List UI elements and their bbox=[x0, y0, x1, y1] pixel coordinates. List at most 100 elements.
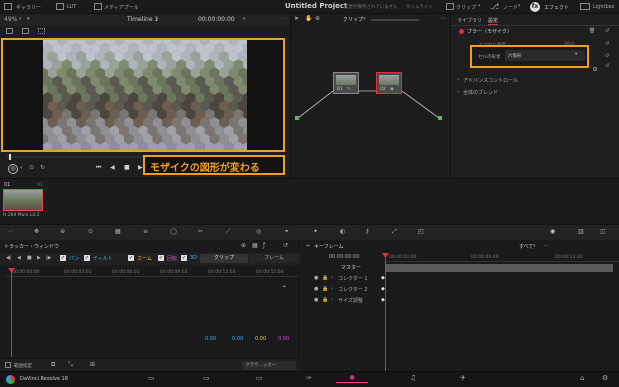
zoom-level[interactable]: 49% bbox=[4, 16, 17, 23]
palette-1-icon[interactable]: ⋯ bbox=[7, 228, 13, 235]
palette-3-icon[interactable]: ⊕ bbox=[60, 228, 65, 235]
effects-icon[interactable]: fx bbox=[530, 2, 540, 12]
tracker-check-2-label[interactable]: ズーム bbox=[137, 255, 152, 262]
magic-mask-icon[interactable]: ✦ bbox=[313, 228, 318, 235]
advanced-controls-expand[interactable]: › bbox=[457, 77, 459, 83]
track-lock-icon[interactable]: 🔒 bbox=[322, 275, 328, 281]
cut-page-icon[interactable]: ▭ bbox=[203, 374, 210, 382]
gallery-button[interactable]: ギャラリー bbox=[16, 4, 41, 11]
palette-7-icon[interactable]: ◯ bbox=[170, 228, 177, 235]
tracker-playhead[interactable] bbox=[11, 269, 12, 357]
track-lock-icon[interactable]: 🔒 bbox=[322, 286, 328, 292]
hand-tool-icon[interactable]: ✋ bbox=[305, 15, 312, 22]
logo-dropdown-icon[interactable]: ▾ bbox=[20, 165, 23, 171]
media-pool-button[interactable]: メディアプール bbox=[104, 4, 139, 11]
color-page-icon[interactable]: ✺ bbox=[336, 374, 368, 383]
zoom-dropdown-icon[interactable]: ▾ bbox=[19, 16, 22, 22]
toggle-icon[interactable]: ◫ bbox=[600, 228, 606, 235]
clips-dropdown-icon[interactable]: ▾ bbox=[478, 3, 481, 9]
playhead-marker[interactable] bbox=[9, 154, 11, 160]
tracker-mode-frame[interactable]: フレーム bbox=[250, 254, 298, 263]
keyframe-track-master[interactable]: マスター bbox=[301, 263, 619, 273]
media-page-icon[interactable]: ▭ bbox=[148, 374, 155, 382]
effect-enable-dot[interactable] bbox=[459, 29, 464, 34]
track-expand-icon[interactable]: › bbox=[331, 297, 333, 303]
tracker-fx-icon[interactable]: ƒ bbox=[263, 242, 265, 249]
lightbox-icon[interactable] bbox=[580, 3, 590, 10]
node-dropdown-icon[interactable]: ▾ bbox=[363, 16, 366, 22]
scopes-icon[interactable]: ◉ bbox=[550, 228, 555, 235]
track-visibility-icon[interactable]: ● bbox=[314, 275, 318, 281]
highlight-icon[interactable] bbox=[22, 28, 29, 34]
play-icon[interactable]: ▶ bbox=[138, 164, 143, 171]
fusion-page-icon[interactable]: ✑ bbox=[306, 374, 312, 382]
tracker-check-0-label[interactable]: パン bbox=[69, 255, 79, 262]
tracker-check-4-box[interactable]: ✓ bbox=[181, 255, 187, 261]
keyframe-options-icon[interactable]: ⋯ bbox=[544, 243, 549, 249]
timeline-dropdown-icon[interactable]: ▾ bbox=[156, 16, 159, 22]
track-visibility-icon[interactable]: ● bbox=[314, 286, 318, 292]
advanced-controls[interactable]: アドバンスコントロール bbox=[463, 77, 518, 84]
edit-page-icon[interactable]: ▭ bbox=[256, 374, 263, 382]
nodes-dropdown-icon[interactable]: ▾ bbox=[518, 3, 521, 9]
tracker-check-3-box[interactable]: ✓ bbox=[158, 255, 164, 261]
palette-8-icon[interactable]: ✂ bbox=[198, 228, 203, 235]
node-02[interactable]: 02 ◉ bbox=[376, 72, 402, 94]
more-options-icon[interactable]: ⋯ bbox=[280, 15, 286, 22]
keyframe-timecode[interactable]: 00:00:00:00 bbox=[329, 254, 360, 260]
keyframe-expand-icon[interactable]: ⇔ bbox=[306, 243, 310, 249]
clips-button[interactable]: クリップ bbox=[456, 4, 476, 11]
settings-icon[interactable]: ⚙ bbox=[602, 374, 608, 382]
sizing-icon[interactable]: ⤢ bbox=[392, 228, 397, 236]
tab-settings[interactable]: 設定 bbox=[488, 17, 499, 25]
track-lock-icon[interactable]: 🔒 bbox=[322, 297, 328, 303]
tracker-check-1-label[interactable]: ティルト bbox=[93, 255, 113, 262]
track-back-icon[interactable]: ◀ bbox=[17, 255, 21, 261]
tracker-check-4-label[interactable]: 3D bbox=[190, 255, 197, 261]
palette-5-icon[interactable]: ▦ bbox=[115, 228, 121, 235]
tracker-check-1-box[interactable]: ✓ bbox=[84, 255, 90, 261]
3d-icon[interactable]: ◰ bbox=[418, 228, 424, 235]
fairlight-page-icon[interactable]: ♫ bbox=[410, 374, 416, 382]
reset-row-icon[interactable]: ↺ bbox=[605, 41, 609, 47]
tracker-check-3-label[interactable]: 回転 bbox=[167, 255, 177, 262]
reset-effect-icon[interactable]: ↺ bbox=[605, 28, 609, 34]
viewer-options-icon[interactable]: ▾ bbox=[27, 16, 30, 22]
clips-icon[interactable] bbox=[446, 3, 454, 10]
track-back-frame-icon[interactable]: ◀| bbox=[6, 255, 12, 261]
split-view-icon[interactable] bbox=[6, 28, 13, 34]
wipe-icon[interactable]: ⊙ bbox=[29, 164, 34, 171]
track-forward-frame-icon[interactable]: |▶ bbox=[46, 255, 52, 261]
effects-button[interactable]: エフェクト bbox=[544, 4, 569, 11]
timeline-name[interactable]: Timeline 1 bbox=[127, 16, 158, 23]
cell-shape-dropdown[interactable]: 六角形 ▾ bbox=[505, 50, 585, 61]
gallery-icon[interactable] bbox=[4, 3, 12, 10]
timecode-dropdown-icon[interactable]: ▾ bbox=[243, 16, 246, 22]
reset-row-icon[interactable]: ↺ bbox=[605, 63, 609, 69]
node-options-icon[interactable]: ⋯ bbox=[440, 15, 446, 22]
keyframe-playhead[interactable] bbox=[385, 255, 386, 371]
keyframe-filter[interactable]: すべて bbox=[519, 243, 533, 250]
lut-button[interactable]: LUT bbox=[67, 4, 76, 10]
tracker-check-0-box[interactable]: ✓ bbox=[60, 255, 66, 261]
range-checkbox[interactable] bbox=[5, 362, 11, 368]
keyframe-track-corrector-2[interactable]: ● 🔒 › コレクター 2 ◆ bbox=[301, 285, 619, 295]
tracker-check-2-box[interactable]: ✓ bbox=[128, 255, 134, 261]
lut-icon[interactable] bbox=[56, 3, 64, 10]
zoom-tool-icon[interactable]: ⊕ bbox=[315, 15, 320, 22]
track-visibility-icon[interactable]: ● bbox=[314, 297, 318, 303]
pointer-tool-icon[interactable]: ➤ bbox=[294, 15, 299, 22]
track-expand-icon[interactable]: › bbox=[331, 286, 333, 292]
global-blend-expand[interactable]: › bbox=[457, 89, 459, 95]
stop-icon[interactable]: ■ bbox=[124, 164, 130, 171]
info-icon[interactable]: ▥ bbox=[578, 228, 584, 235]
keyframe-track-sizing[interactable]: ● 🔒 › サイズ調整 ◆ bbox=[301, 296, 619, 306]
qualifier-icon[interactable]: ⟋ bbox=[226, 228, 230, 236]
viewer-timecode[interactable]: 00:00:00:00 bbox=[198, 16, 235, 23]
tracker-type-dropdown[interactable]: クラウ...ッカー bbox=[242, 361, 296, 370]
play-reverse-icon[interactable]: ◀ bbox=[110, 164, 115, 171]
global-blend[interactable]: 全体のブレンド bbox=[463, 89, 498, 96]
enhanced-view-icon[interactable] bbox=[38, 28, 45, 34]
tracker-footer-icon-2[interactable]: ⤡ bbox=[68, 361, 73, 369]
clip-thumbnail[interactable] bbox=[3, 189, 43, 211]
